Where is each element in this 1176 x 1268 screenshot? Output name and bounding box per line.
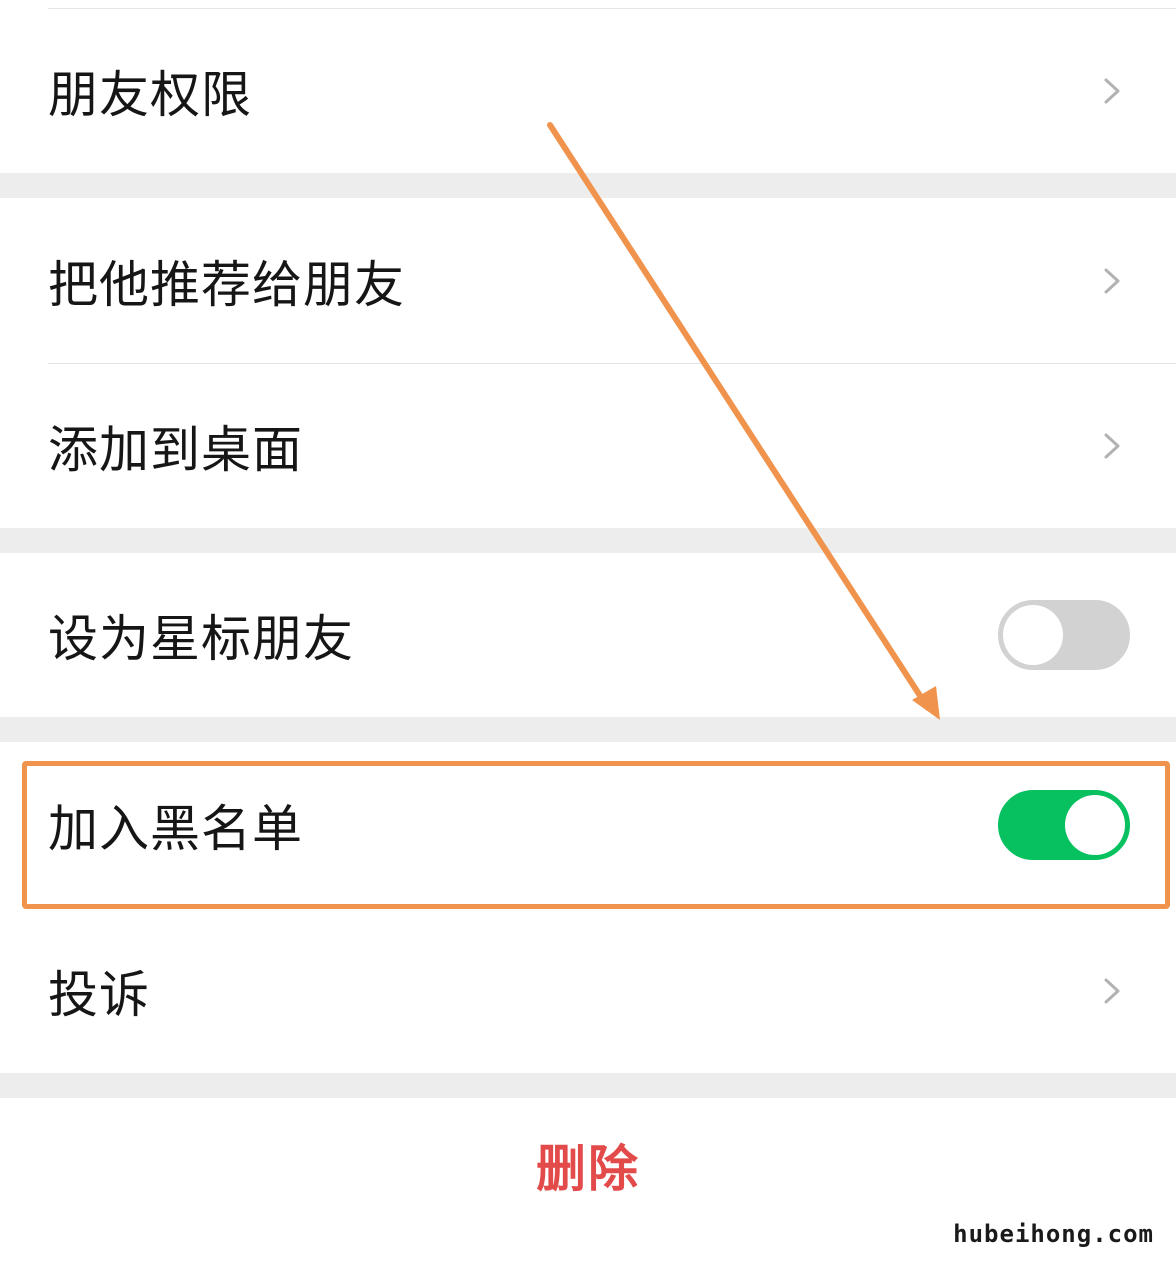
- add-to-desktop-item[interactable]: 添加到桌面: [0, 364, 1176, 528]
- recommend-to-friends-item[interactable]: 把他推荐给朋友: [0, 198, 1176, 363]
- star-friend-label: 设为星标朋友: [48, 610, 354, 668]
- blacklist-item: 加入黑名单: [0, 742, 1176, 908]
- section-gap: [0, 717, 1176, 742]
- chevron-right-icon: [1104, 433, 1120, 459]
- add-to-desktop-label: 添加到桌面: [48, 421, 303, 479]
- section-gap: [0, 528, 1176, 553]
- blacklist-toggle[interactable]: [998, 790, 1130, 860]
- section-gap: [0, 1073, 1176, 1098]
- section-gap: [0, 173, 1176, 198]
- recommend-to-friends-label: 把他推荐给朋友: [48, 255, 405, 314]
- delete-label: 删除: [536, 1140, 640, 1198]
- toggle-knob: [1065, 795, 1125, 855]
- chevron-right-icon: [1104, 978, 1120, 1003]
- star-friend-toggle[interactable]: [998, 600, 1130, 670]
- star-friend-item: 设为星标朋友: [0, 553, 1176, 717]
- chevron-right-icon: [1104, 268, 1120, 293]
- complain-label: 投诉: [48, 965, 150, 1024]
- watermark: hubeihong.com: [953, 1220, 1154, 1248]
- friend-permissions-item[interactable]: 朋友权限: [0, 9, 1176, 173]
- chevron-right-icon: [1104, 78, 1120, 104]
- blacklist-label: 加入黑名单: [48, 800, 303, 858]
- toggle-knob: [1003, 605, 1063, 665]
- friend-permissions-label: 朋友权限: [48, 66, 252, 124]
- complain-item[interactable]: 投诉: [0, 908, 1176, 1073]
